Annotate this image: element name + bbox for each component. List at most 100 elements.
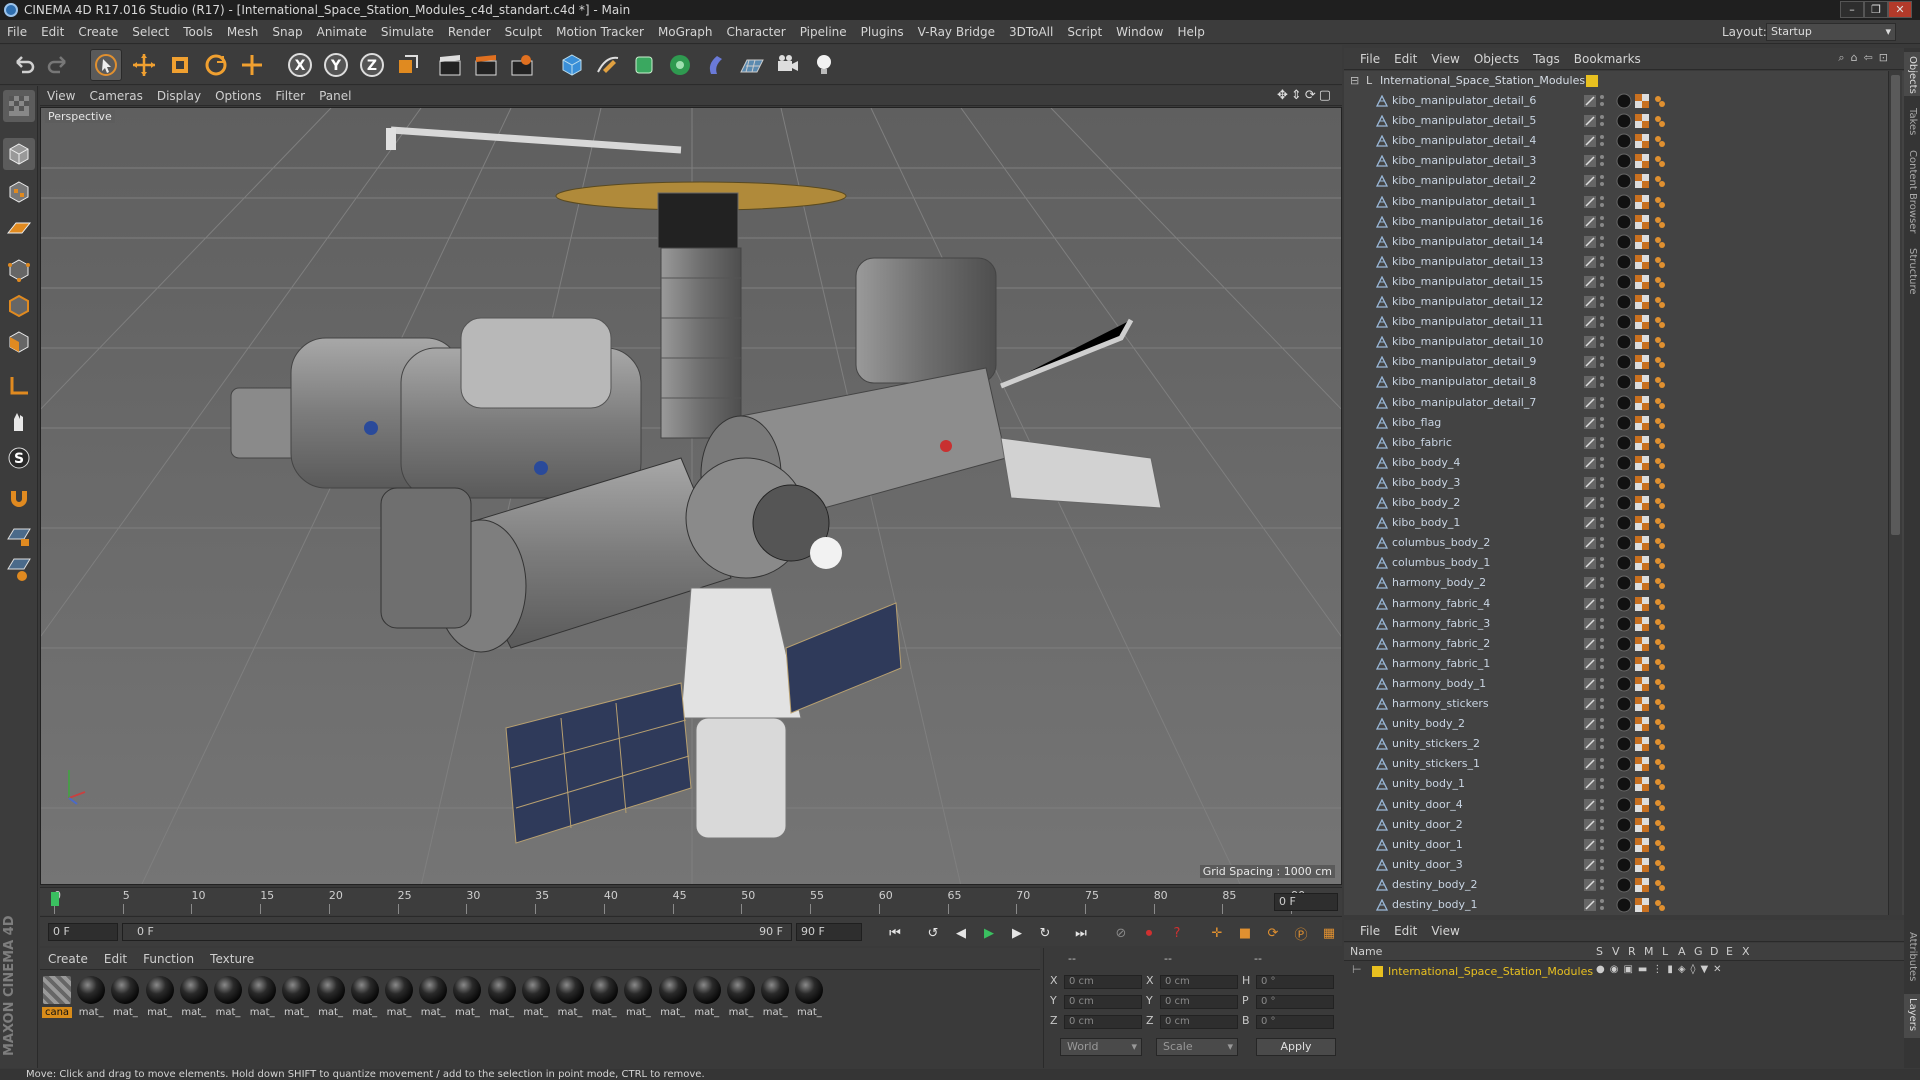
object-row[interactable]: kibo_manipulator_detail_14 bbox=[1344, 232, 1888, 252]
coordinate-space-select[interactable]: World ▾ bbox=[1060, 1038, 1142, 1056]
root-object-row[interactable]: ⊟ L International_Space_Station_Modules bbox=[1344, 71, 1888, 91]
object-row[interactable]: unity_door_1 bbox=[1344, 835, 1888, 855]
material-tags-icon[interactable] bbox=[1616, 133, 1676, 149]
visibility-dots-icon[interactable] bbox=[1599, 396, 1605, 410]
om-search-home-icons[interactable]: ⌕⌂⇦⊡ bbox=[1838, 51, 1894, 65]
material-tags-icon[interactable] bbox=[1616, 113, 1676, 129]
timeline-ruler[interactable]: 051015202530354045505560657075808590 0 F bbox=[40, 887, 1342, 915]
material-swatch[interactable]: mat_ bbox=[145, 976, 175, 1018]
maximize-button[interactable]: ❐ bbox=[1864, 1, 1888, 18]
coordinate-value-field[interactable]: 0 cm bbox=[1064, 975, 1142, 989]
layer-edit-icon[interactable] bbox=[1584, 155, 1596, 168]
tab-content-browser[interactable]: Content Browser bbox=[1904, 146, 1920, 236]
close-button[interactable]: ✕ bbox=[1888, 1, 1912, 18]
material-tags-icon[interactable] bbox=[1616, 214, 1676, 230]
viewport-menu-view[interactable]: View bbox=[40, 86, 82, 106]
material-swatch[interactable]: mat_ bbox=[589, 976, 619, 1018]
object-row[interactable]: kibo_manipulator_detail_1 bbox=[1344, 192, 1888, 212]
material-tags-icon[interactable] bbox=[1616, 374, 1676, 390]
visibility-dots-icon[interactable] bbox=[1599, 174, 1605, 188]
collapse-icon[interactable]: ⊟ bbox=[1350, 71, 1359, 91]
material-swatch[interactable]: mat_ bbox=[76, 976, 106, 1018]
camera-button[interactable] bbox=[772, 49, 804, 81]
material-swatch[interactable]: mat_ bbox=[760, 976, 790, 1018]
layer-toggle-icons[interactable]: ●◉▣▬⋮▮◈◊▼✕ bbox=[1596, 964, 1727, 975]
previous-key-button[interactable]: ↺ bbox=[922, 922, 944, 944]
material-swatch[interactable]: mat_ bbox=[247, 976, 277, 1018]
rotate-tool-button[interactable] bbox=[200, 49, 232, 81]
material-tags-icon[interactable] bbox=[1616, 435, 1676, 451]
coordinate-system-button[interactable] bbox=[392, 49, 424, 81]
layer-edit-icon[interactable] bbox=[1584, 899, 1596, 911]
layer-edit-icon[interactable] bbox=[1584, 617, 1596, 630]
texture-mode-button[interactable] bbox=[3, 176, 35, 208]
coordinate-value-field[interactable]: 0 ° bbox=[1256, 975, 1334, 989]
layer-edit-icon[interactable] bbox=[1584, 878, 1596, 891]
current-frame-field[interactable]: 0 F bbox=[1274, 893, 1338, 911]
visibility-dots-icon[interactable] bbox=[1599, 295, 1605, 309]
om-menu-tags[interactable]: Tags bbox=[1526, 48, 1567, 70]
frame-range-slider[interactable]: 0 F 90 F bbox=[122, 923, 792, 941]
object-row[interactable]: unity_body_1 bbox=[1344, 774, 1888, 794]
layer-edit-icon[interactable] bbox=[1584, 818, 1596, 831]
visibility-dots-icon[interactable] bbox=[1599, 456, 1605, 470]
visibility-dots-icon[interactable] bbox=[1599, 597, 1605, 611]
menu-mesh[interactable]: Mesh bbox=[220, 20, 266, 44]
menu-3dtoall[interactable]: 3DToAll bbox=[1002, 20, 1060, 44]
object-manager-scrollbar[interactable] bbox=[1888, 71, 1902, 915]
menu-window[interactable]: Window bbox=[1109, 20, 1170, 44]
object-row[interactable]: kibo_body_2 bbox=[1344, 493, 1888, 513]
menu-script[interactable]: Script bbox=[1060, 20, 1109, 44]
layer-edit-icon[interactable] bbox=[1584, 135, 1596, 148]
layer-edit-icon[interactable] bbox=[1584, 396, 1596, 409]
material-tags-icon[interactable] bbox=[1616, 555, 1676, 571]
object-row[interactable]: kibo_manipulator_detail_9 bbox=[1344, 352, 1888, 372]
material-swatch[interactable]: mat_ bbox=[316, 976, 346, 1018]
z-axis-button[interactable]: Z bbox=[356, 49, 388, 81]
object-row[interactable]: harmony_fabric_2 bbox=[1344, 634, 1888, 654]
material-menu-function[interactable]: Function bbox=[135, 948, 202, 970]
layer-edit-icon[interactable] bbox=[1584, 296, 1596, 308]
object-row[interactable]: kibo_manipulator_detail_11 bbox=[1344, 312, 1888, 332]
redo-button[interactable] bbox=[42, 49, 74, 81]
key-pla-button[interactable]: ▦ bbox=[1318, 922, 1340, 944]
layer-edit-icon[interactable] bbox=[1584, 476, 1596, 489]
om-menu-file[interactable]: File bbox=[1344, 48, 1387, 70]
next-frame-button[interactable]: ▶ bbox=[1006, 922, 1028, 944]
go-to-start-button[interactable]: ⏮ bbox=[884, 922, 906, 944]
render-view-button[interactable] bbox=[434, 49, 466, 81]
visibility-dots-icon[interactable] bbox=[1599, 838, 1605, 852]
object-row[interactable]: harmony_fabric_1 bbox=[1344, 654, 1888, 674]
menu-mograph[interactable]: MoGraph bbox=[651, 20, 720, 44]
material-swatch[interactable]: mat_ bbox=[623, 976, 653, 1018]
object-row[interactable]: kibo_manipulator_detail_7 bbox=[1344, 393, 1888, 413]
visibility-dots-icon[interactable] bbox=[1599, 878, 1605, 892]
visibility-dots-icon[interactable] bbox=[1599, 737, 1605, 751]
x-axis-button[interactable]: X bbox=[284, 49, 316, 81]
object-row[interactable]: unity_body_2 bbox=[1344, 714, 1888, 734]
object-row[interactable]: kibo_body_4 bbox=[1344, 453, 1888, 473]
expand-icon[interactable]: ⊢ bbox=[1352, 963, 1362, 976]
visibility-dots-icon[interactable] bbox=[1599, 315, 1605, 329]
menu-pipeline[interactable]: Pipeline bbox=[793, 20, 854, 44]
snap-button[interactable]: S bbox=[3, 442, 35, 474]
object-row[interactable]: harmony_stickers bbox=[1344, 694, 1888, 714]
material-tags-icon[interactable] bbox=[1616, 857, 1676, 873]
coordinate-value-field[interactable]: 0 ° bbox=[1256, 995, 1334, 1009]
viewport-menu-panel[interactable]: Panel bbox=[312, 86, 358, 106]
visibility-dots-icon[interactable] bbox=[1599, 858, 1605, 872]
material-tags-icon[interactable] bbox=[1616, 736, 1676, 752]
material-swatch[interactable]: mat_ bbox=[487, 976, 517, 1018]
material-tags-icon[interactable] bbox=[1616, 676, 1676, 692]
visibility-dots-icon[interactable] bbox=[1599, 516, 1605, 530]
viewport-menu-filter[interactable]: Filter bbox=[268, 86, 312, 106]
layer-edit-icon[interactable] bbox=[1584, 195, 1596, 208]
key-parameter-button[interactable]: Ⓟ bbox=[1290, 922, 1312, 944]
material-swatch[interactable]: mat_ bbox=[110, 976, 140, 1018]
object-row[interactable]: kibo_manipulator_detail_5 bbox=[1344, 111, 1888, 131]
object-row[interactable]: kibo_manipulator_detail_16 bbox=[1344, 212, 1888, 232]
go-to-end-button[interactable]: ⏭ bbox=[1070, 922, 1092, 944]
object-row[interactable]: destiny_body_1 bbox=[1344, 895, 1888, 915]
object-row[interactable]: kibo_fabric bbox=[1344, 433, 1888, 453]
material-swatch[interactable]: mat_ bbox=[794, 976, 824, 1018]
